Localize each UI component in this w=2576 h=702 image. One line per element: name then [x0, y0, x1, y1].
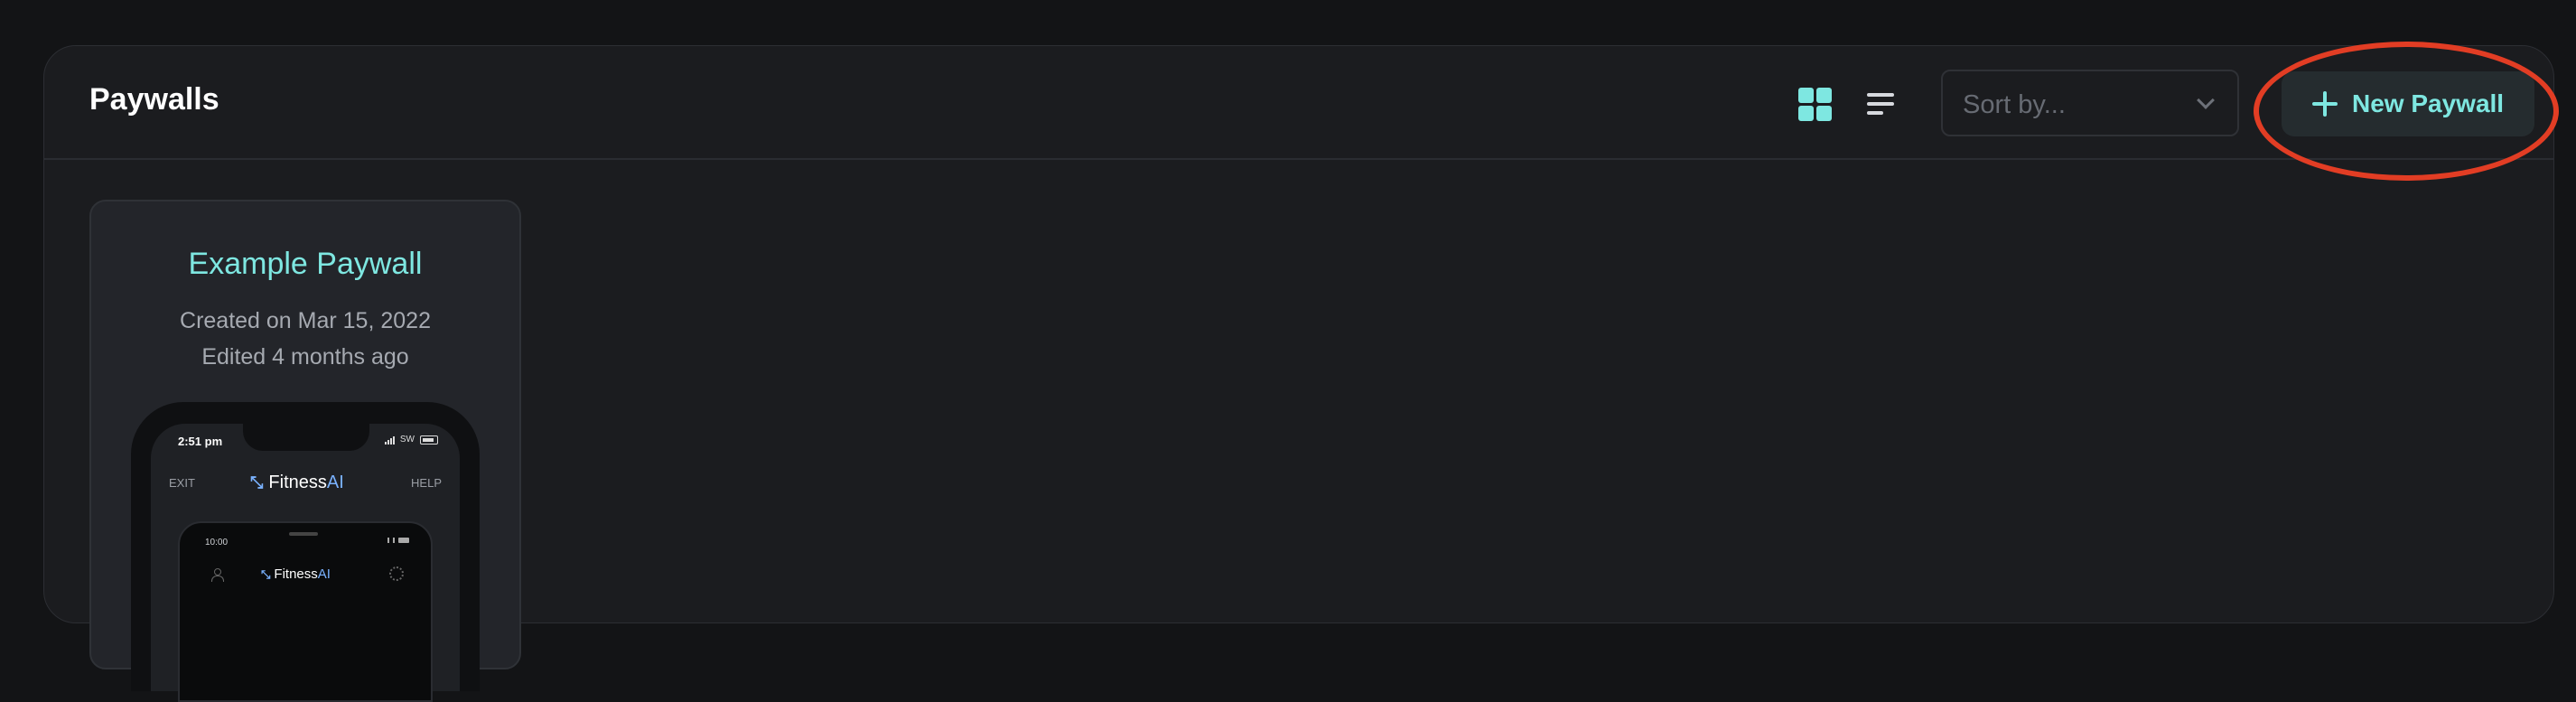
- battery-icon: [420, 435, 438, 445]
- inner-phone-pill: [289, 532, 318, 536]
- brand-suffix: AI: [326, 473, 344, 492]
- exit-label: EXIT: [169, 476, 195, 490]
- help-label: HELP: [411, 476, 442, 490]
- phone-notch: [243, 424, 369, 451]
- inner-brand-logo: ⤡ Fitness AI: [261, 566, 331, 582]
- new-paywall-label: New Paywall: [2352, 89, 2505, 117]
- panel-header: Paywalls Sort by... New Paywall: [44, 42, 2559, 181]
- brand-logo: ⤡ Fitness AI: [250, 473, 344, 493]
- sort-placeholder: Sort by...: [1963, 90, 2066, 119]
- new-paywall-button[interactable]: New Paywall: [2282, 71, 2534, 136]
- fitness-logo-icon: ⤡: [261, 566, 271, 581]
- card-created-date: Created on Mar 15, 2022: [180, 308, 431, 333]
- brand-name: Fitness: [268, 473, 327, 492]
- card-edited-date: Edited 4 months ago: [201, 344, 409, 370]
- inner-status-time: 10:00: [205, 538, 229, 548]
- phone-preview: 2:51 pm SW EXIT ⤡ Fitness AI HELP 10:00: [131, 402, 480, 702]
- plus-icon: [2312, 91, 2338, 117]
- chevron-down-icon: [2197, 91, 2215, 109]
- inner-status-icons: [387, 538, 409, 543]
- paywall-card[interactable]: Example Paywall Created on Mar 15, 2022 …: [89, 200, 521, 702]
- carrier-label: SW: [399, 435, 415, 445]
- card-title[interactable]: Example Paywall: [91, 247, 519, 282]
- sort-dropdown[interactable]: Sort by...: [1941, 70, 2239, 136]
- list-view-icon[interactable]: [1865, 86, 1901, 122]
- status-time: 2:51 pm: [178, 435, 223, 448]
- inner-brand-name: Fitness: [274, 566, 318, 582]
- fitness-logo-icon: ⤡: [250, 473, 264, 491]
- profile-icon: [210, 568, 224, 582]
- page-title: Paywalls: [89, 82, 219, 117]
- grid-view-icon[interactable]: [1797, 86, 1833, 122]
- paywalls-panel: Paywalls Sort by... New Paywall Example …: [43, 42, 2559, 702]
- inner-phone-preview: 10:00 ⤡ Fitness AI: [178, 521, 433, 702]
- status-icons: SW: [384, 435, 438, 445]
- settings-icon: [389, 566, 404, 581]
- inner-brand-suffix: AI: [317, 566, 331, 582]
- phone-screen: 2:51 pm SW EXIT ⤡ Fitness AI HELP 10:00: [151, 424, 460, 702]
- signal-icon: [384, 435, 395, 445]
